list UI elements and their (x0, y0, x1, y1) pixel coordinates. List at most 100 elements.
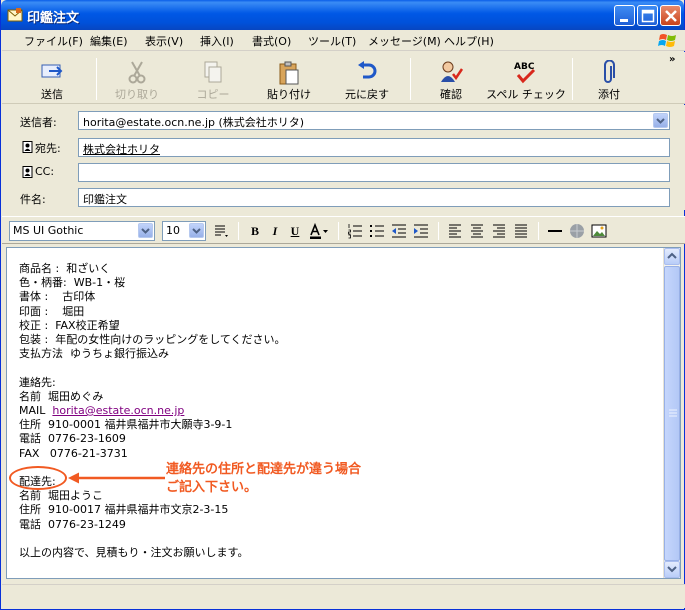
toolbar-separator (572, 58, 573, 100)
horizontal-line-button[interactable] (546, 222, 564, 240)
maximize-button[interactable] (637, 5, 658, 26)
align-right-button[interactable] (490, 222, 508, 240)
format-separator (538, 222, 539, 240)
undo-button[interactable]: 元に戻す (330, 56, 404, 102)
spell-check-button[interactable]: ABC スペル チェック (486, 56, 566, 102)
size-dropdown-button[interactable] (189, 223, 204, 238)
toolbar: 送信 切り取り コピー 貼り付け 元に戻す 確認 ABC スペル チェック 添付 (2, 52, 685, 104)
font-size-value: 10 (166, 224, 180, 237)
insert-picture-button[interactable] (590, 222, 608, 240)
decrease-indent-button[interactable] (390, 222, 408, 240)
scissors-icon (128, 61, 146, 84)
copy-button[interactable]: コピー (178, 56, 248, 102)
globe-link-icon (570, 224, 584, 238)
font-size-select[interactable]: 10 (162, 221, 206, 241)
italic-button[interactable]: I (266, 222, 284, 240)
to-label: 宛先: (35, 142, 61, 155)
send-icon (41, 64, 63, 78)
scroll-down-button[interactable] (664, 561, 680, 578)
to-value: 株式会社ホリタ (83, 143, 160, 156)
underline-button[interactable]: U (286, 222, 304, 240)
message-text: 商品名 : 和ざいく 色・柄番: WB-1・桜 書体 : 古印体 印面 : 堀田… (19, 262, 286, 560)
menu-format[interactable]: 書式(O) (252, 33, 291, 49)
copy-icon (204, 61, 222, 83)
vertical-scrollbar[interactable] (663, 248, 680, 578)
toolbar-separator (410, 58, 411, 100)
minimize-button[interactable] (614, 5, 635, 26)
close-icon (665, 10, 677, 22)
menu-message[interactable]: メッセージ(M) (368, 33, 441, 49)
chevron-down-icon (667, 566, 677, 573)
send-button[interactable]: 送信 (16, 56, 88, 102)
font-select[interactable]: MS UI Gothic (9, 221, 155, 241)
formatting-toolbar: MS UI Gothic 10 B I U (2, 216, 685, 244)
from-select[interactable]: horita@estate.ocn.ne.jp (株式会社ホリタ) (78, 111, 670, 130)
from-dropdown-button[interactable] (653, 113, 668, 128)
horizontal-line-icon (548, 230, 562, 232)
attach-button[interactable]: 添付 (578, 56, 640, 102)
subject-label: 件名: (20, 193, 46, 206)
outdent-icon (392, 224, 406, 238)
bullet-list-button[interactable] (368, 222, 386, 240)
from-value: horita@estate.ocn.ne.jp (株式会社ホリタ) (83, 116, 305, 129)
menu-file[interactable]: ファイル(F) (24, 33, 83, 49)
chevron-up-icon (667, 252, 677, 259)
menu-view[interactable]: 表示(V) (145, 33, 183, 49)
scroll-up-button[interactable] (664, 248, 680, 265)
toolbar-overflow-icon[interactable]: » (669, 54, 675, 65)
font-color-icon (310, 222, 328, 239)
address-book-icon[interactable] (22, 166, 33, 178)
paragraph-style-icon (215, 225, 228, 237)
menu-bar: ファイル(F) 編集(E) 表示(V) 挿入(I) 書式(O) ツール(T) メ… (2, 30, 685, 51)
justify-button[interactable] (512, 222, 530, 240)
subject-field[interactable]: 印鑑注文 (78, 188, 670, 207)
annotation-arrow-icon (68, 472, 165, 484)
mail-link[interactable]: horita@estate.ocn.ne.jp (52, 404, 184, 417)
justify-icon (515, 224, 527, 238)
menu-tools[interactable]: ツール(T) (308, 33, 356, 49)
address-book-icon[interactable] (22, 141, 33, 153)
font-value: MS UI Gothic (13, 224, 84, 237)
numbered-list-button[interactable] (346, 222, 364, 240)
align-right-icon (493, 224, 505, 238)
close-button[interactable] (660, 5, 681, 26)
undo-icon (358, 61, 377, 79)
menu-edit[interactable]: 編集(E) (90, 33, 128, 49)
grip-icon (669, 409, 677, 417)
cc-field[interactable] (78, 163, 670, 182)
windows-logo-icon (658, 34, 676, 47)
menu-help[interactable]: ヘルプ(H) (444, 33, 494, 49)
toolbar-separator (96, 58, 97, 100)
bullet-list-icon (370, 225, 384, 237)
message-body[interactable]: 商品名 : 和ざいく 色・柄番: WB-1・桜 書体 : 古印体 印面 : 堀田… (6, 247, 681, 579)
align-left-button[interactable] (446, 222, 464, 240)
font-dropdown-button[interactable] (138, 223, 153, 238)
title-bar[interactable]: 印鑑注文 (1, 0, 684, 30)
subject-value: 印鑑注文 (83, 193, 127, 206)
format-separator (438, 222, 439, 240)
chevron-down-icon (656, 118, 665, 124)
scroll-thumb[interactable] (664, 266, 680, 561)
chevron-down-icon (192, 228, 201, 234)
to-field[interactable]: 株式会社ホリタ (78, 138, 670, 157)
check-names-button[interactable]: 確認 (418, 56, 484, 102)
clipboard-icon (279, 61, 299, 85)
compose-window: 印鑑注文 ファイル(F) 編集(E) 表示(V) 挿入(I) 書式(O) ツール… (0, 0, 685, 610)
align-center-button[interactable] (468, 222, 486, 240)
align-center-icon (471, 224, 483, 238)
spell-check-icon: ABC (514, 62, 536, 84)
cut-button[interactable]: 切り取り (102, 56, 172, 102)
insert-hyperlink-button[interactable] (568, 222, 586, 240)
status-bar (2, 584, 685, 608)
increase-indent-button[interactable] (412, 222, 430, 240)
from-label: 送信者: (20, 116, 57, 129)
paste-button[interactable]: 貼り付け (254, 56, 324, 102)
indent-icon (414, 224, 428, 238)
font-color-button[interactable] (308, 222, 328, 240)
window-title: 印鑑注文 (27, 11, 80, 26)
paragraph-style-button[interactable] (212, 222, 230, 240)
menu-insert[interactable]: 挿入(I) (200, 33, 234, 49)
format-separator (338, 222, 339, 240)
picture-icon (591, 224, 607, 238)
bold-button[interactable]: B (246, 222, 264, 240)
